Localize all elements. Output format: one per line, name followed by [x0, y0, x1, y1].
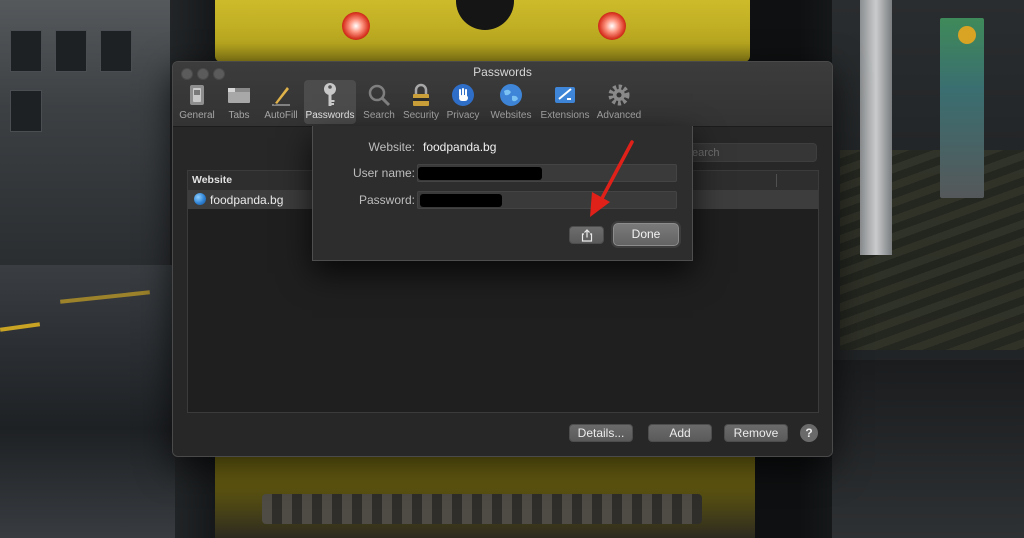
column-divider — [776, 174, 777, 187]
website-value: foodpanda.bg — [423, 140, 497, 154]
add-button[interactable]: Add — [648, 424, 712, 442]
username-redaction — [418, 167, 542, 180]
remove-button[interactable]: Remove — [724, 424, 788, 442]
done-button[interactable]: Done — [613, 223, 679, 246]
tab-advanced[interactable]: Advanced — [594, 80, 644, 124]
share-icon — [581, 228, 592, 242]
tab-extensions-label: Extensions — [540, 110, 590, 121]
help-button[interactable]: ? — [800, 424, 818, 442]
tab-autofill-label: AutoFill — [264, 110, 298, 121]
magnifier-icon — [366, 82, 392, 108]
tab-general-label: General — [179, 110, 215, 121]
hand-icon — [450, 82, 476, 108]
tab-tabs[interactable]: Tabs — [220, 80, 258, 124]
globe-icon — [498, 82, 524, 108]
tab-privacy-label: Privacy — [446, 110, 480, 121]
tab-search-label: Search — [363, 110, 395, 121]
row-website: foodpanda.bg — [210, 193, 284, 207]
website-globe-icon — [194, 193, 206, 205]
column-header-website[interactable]: Website — [192, 174, 232, 186]
key-icon — [317, 82, 343, 108]
tab-security-label: Security — [402, 110, 440, 121]
search-input[interactable]: earch — [685, 143, 817, 162]
autofill-pencil-icon — [268, 82, 294, 108]
tab-autofill[interactable]: AutoFill — [262, 80, 300, 124]
gear-icon — [606, 82, 632, 108]
website-label: Website: — [368, 140, 415, 154]
extensions-icon — [552, 82, 578, 108]
password-label: Password: — [358, 193, 415, 207]
tab-passwords-label: Passwords — [305, 110, 355, 121]
tabs-icon — [226, 82, 252, 108]
tab-privacy[interactable]: Privacy — [444, 80, 482, 124]
details-button[interactable]: Details... — [569, 424, 633, 442]
tab-extensions[interactable]: Extensions — [540, 80, 590, 124]
padlock-icon — [408, 82, 434, 108]
tab-security[interactable]: Security — [402, 80, 440, 124]
tab-passwords[interactable]: Passwords — [304, 80, 356, 124]
preferences-toolbar: General Tabs AutoFill Passwords Search S… — [176, 80, 646, 126]
tab-websites-label: Websites — [490, 110, 532, 121]
window-title: Passwords — [473, 65, 532, 79]
window-titlebar: Passwords General Tabs AutoFill Password… — [173, 62, 832, 127]
password-redaction — [420, 194, 502, 207]
share-button[interactable] — [569, 226, 604, 244]
tab-tabs-label: Tabs — [228, 110, 250, 121]
tab-search[interactable]: Search — [360, 80, 398, 124]
general-switch-icon — [184, 82, 210, 108]
tab-general[interactable]: General — [178, 80, 216, 124]
tab-websites[interactable]: Websites — [486, 80, 536, 124]
tab-advanced-label: Advanced — [596, 110, 642, 121]
username-label: User name: — [352, 166, 415, 180]
annotation-arrow-icon — [590, 140, 634, 217]
